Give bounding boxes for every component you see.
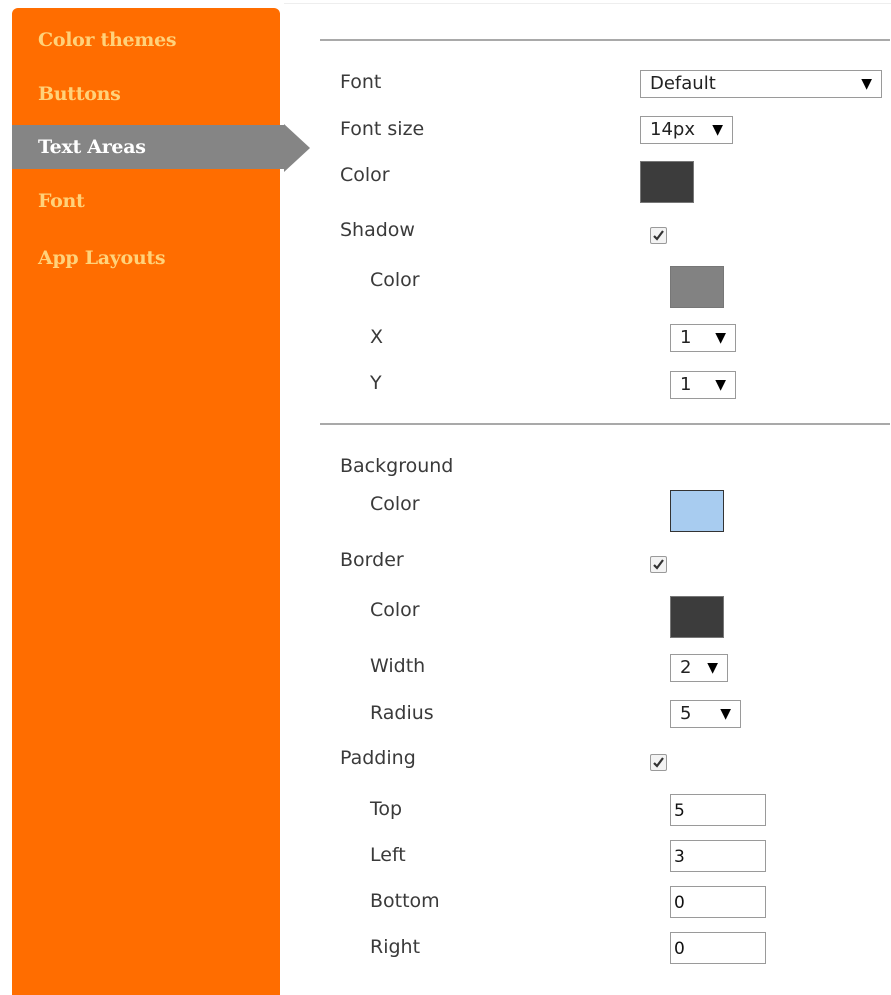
- caret-down-icon: ▼: [715, 330, 726, 346]
- top-divider: [284, 3, 891, 4]
- padding-top-label: Top: [370, 798, 403, 820]
- shadow-x-select-value: 1: [680, 327, 692, 348]
- checkmark-icon: [653, 230, 664, 241]
- padding-left-input[interactable]: 3: [670, 840, 766, 872]
- padding-checkbox[interactable]: [650, 754, 667, 771]
- caret-down-icon: ▼: [720, 706, 731, 722]
- sidebar-item-text-areas[interactable]: Text Areas: [12, 125, 284, 169]
- font-size-select[interactable]: 14px ▼: [640, 116, 733, 144]
- checkmark-icon: [653, 757, 664, 768]
- border-radius-label: Radius: [370, 702, 434, 724]
- shadow-color-label: Color: [370, 269, 420, 291]
- background-color-label: Color: [370, 493, 420, 515]
- sidebar-item-color-themes[interactable]: Color themes: [12, 18, 280, 62]
- padding-right-input[interactable]: 0: [670, 932, 766, 964]
- font-select[interactable]: Default ▼: [640, 70, 882, 98]
- active-item-arrow: [284, 124, 310, 172]
- shadow-y-select-value: 1: [680, 374, 692, 395]
- section-divider: [320, 39, 890, 41]
- caret-down-icon: ▼: [861, 76, 872, 92]
- caret-down-icon: ▼: [712, 122, 723, 138]
- border-radius-select[interactable]: 5 ▼: [670, 700, 741, 728]
- text-color-label: Color: [340, 164, 390, 186]
- font-size-select-value: 14px: [650, 119, 695, 140]
- sidebar: Color themes Buttons Text Areas Font App…: [12, 8, 284, 995]
- border-color-label: Color: [370, 599, 420, 621]
- padding-bottom-input[interactable]: 0: [670, 886, 766, 918]
- background-color-swatch[interactable]: [670, 490, 724, 532]
- text-color-swatch[interactable]: [640, 161, 694, 203]
- border-checkbox[interactable]: [650, 556, 667, 573]
- border-width-label: Width: [370, 655, 426, 677]
- padding-label: Padding: [340, 747, 416, 769]
- border-radius-select-value: 5: [680, 703, 692, 724]
- shadow-x-select[interactable]: 1 ▼: [670, 324, 736, 352]
- section-divider: [320, 423, 890, 425]
- padding-top-input[interactable]: 5: [670, 794, 766, 826]
- font-size-label: Font size: [340, 118, 425, 140]
- font-label: Font: [340, 71, 382, 93]
- checkmark-icon: [653, 559, 664, 570]
- padding-right-label: Right: [370, 936, 421, 958]
- padding-left-label: Left: [370, 844, 406, 866]
- border-label: Border: [340, 549, 404, 571]
- border-color-swatch[interactable]: [670, 596, 724, 638]
- caret-down-icon: ▼: [715, 377, 726, 393]
- padding-bottom-label: Bottom: [370, 890, 440, 912]
- font-select-value: Default: [650, 73, 716, 94]
- shadow-color-swatch[interactable]: [670, 266, 724, 308]
- border-width-select-value: 2: [680, 657, 692, 678]
- shadow-label: Shadow: [340, 219, 415, 241]
- sidebar-item-font[interactable]: Font: [12, 179, 280, 223]
- sidebar-item-buttons[interactable]: Buttons: [12, 72, 280, 116]
- sidebar-item-app-layouts[interactable]: App Layouts: [12, 236, 280, 280]
- shadow-checkbox[interactable]: [650, 227, 667, 244]
- shadow-x-label: X: [370, 326, 384, 348]
- caret-down-icon: ▼: [707, 660, 718, 676]
- shadow-y-select[interactable]: 1 ▼: [670, 371, 736, 399]
- background-label: Background: [340, 455, 454, 477]
- border-width-select[interactable]: 2 ▼: [670, 654, 728, 682]
- shadow-y-label: Y: [370, 372, 382, 394]
